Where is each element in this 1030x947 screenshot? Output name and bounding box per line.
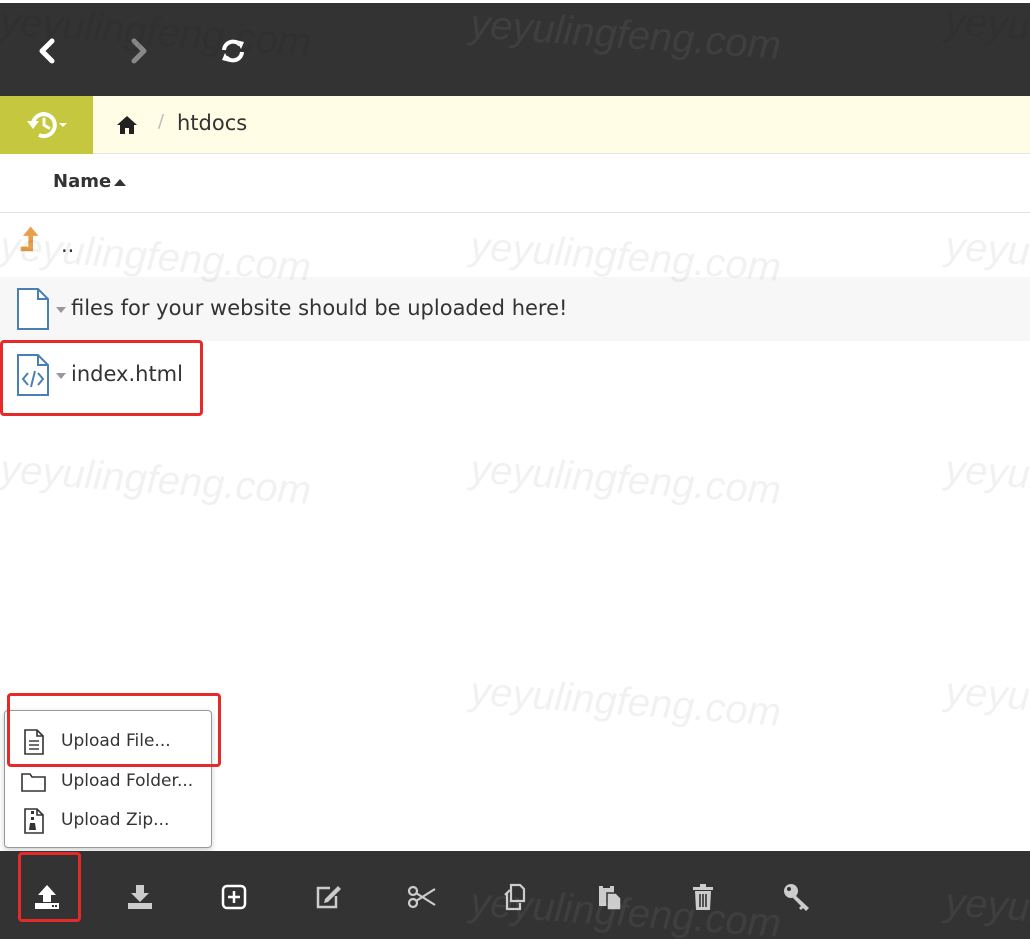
copy-icon (504, 883, 526, 911)
list-item-label: index.html (71, 362, 183, 386)
menu-item-label: Upload File... (61, 731, 171, 751)
list-item-index-html[interactable]: index.html (0, 343, 1030, 407)
download-button[interactable] (120, 877, 160, 917)
rename-button[interactable] (308, 877, 348, 917)
watermark: yeyulingfeng.com (468, 447, 783, 513)
cut-icon (407, 885, 436, 909)
top-navigation-bar: yeyulingfeng.com (0, 0, 1030, 96)
breadcrumb-home[interactable] (115, 114, 139, 136)
watermark: yeyulingfeng.com (943, 669, 1030, 735)
new-icon (221, 884, 247, 910)
history-dropdown-button[interactable] (0, 96, 93, 154)
up-arrow-icon (20, 226, 39, 252)
chevron-left-icon (39, 38, 55, 64)
permissions-button[interactable] (777, 877, 817, 917)
list-item-parent[interactable]: .. (0, 213, 1030, 277)
refresh-icon (222, 39, 244, 63)
chevron-right-icon (131, 38, 147, 64)
back-button[interactable] (29, 33, 65, 69)
code-file-icon (17, 354, 49, 396)
name-column-header[interactable]: Name (53, 171, 111, 192)
watermark: yeyulingfeng.com (943, 880, 1030, 946)
rename-icon (316, 886, 341, 909)
copy-button[interactable] (496, 877, 536, 917)
zip-file-icon (24, 808, 44, 834)
download-icon (128, 885, 152, 909)
upload-button[interactable] (27, 877, 67, 917)
new-button[interactable] (214, 877, 254, 917)
paste-icon (599, 884, 622, 911)
sort-ascending-icon (114, 179, 126, 186)
paste-button[interactable] (590, 877, 630, 917)
breadcrumb-separator: / (158, 111, 165, 132)
list-item-label: files for your website should be uploade… (71, 296, 568, 320)
delete-icon (693, 884, 713, 910)
watermark: yeyulingfeng.com (468, 669, 783, 735)
menu-item-upload-file[interactable]: Upload File... (5, 722, 211, 760)
history-icon (26, 112, 67, 139)
list-item-label: .. (61, 233, 75, 257)
file-text-icon (24, 729, 44, 755)
folder-icon (21, 773, 46, 792)
watermark: yeyulingfeng.com (943, 447, 1030, 513)
refresh-button[interactable] (215, 33, 251, 69)
upload-icon (35, 885, 59, 909)
menu-item-label: Upload Zip... (61, 810, 170, 830)
delete-button[interactable] (683, 877, 723, 917)
watermark: yeyulingfeng.com (0, 447, 313, 513)
menu-item-upload-folder[interactable]: Upload Folder... (5, 762, 211, 800)
menu-item-upload-zip[interactable]: Upload Zip... (5, 801, 211, 839)
home-icon (117, 116, 137, 134)
forward-button[interactable] (121, 33, 157, 69)
watermark: yeyulingfeng.com (468, 2, 783, 68)
row-dropdown-icon[interactable] (56, 307, 66, 313)
breadcrumb-bar: / htdocs (0, 96, 1030, 154)
file-list-header: Name (0, 154, 1030, 213)
cut-button[interactable] (402, 877, 442, 917)
row-dropdown-icon[interactable] (56, 373, 66, 379)
list-item-readme[interactable]: files for your website should be uploade… (0, 277, 1030, 341)
upload-menu: Upload File... Upload Folder... Upload Z… (4, 710, 212, 848)
bottom-toolbar: yeyulingfeng.com yeyulingfeng.com (0, 851, 1030, 946)
breadcrumb-current[interactable]: htdocs (177, 111, 247, 135)
permissions-icon (784, 884, 809, 911)
menu-item-label: Upload Folder... (61, 771, 194, 791)
file-icon (17, 288, 49, 330)
